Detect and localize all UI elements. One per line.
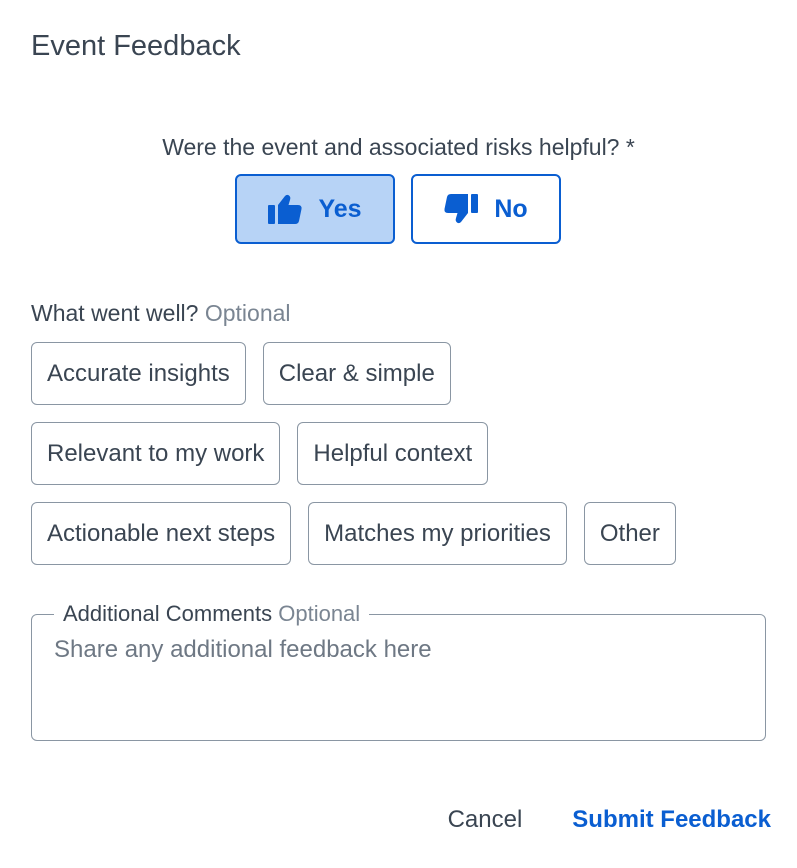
dialog-title: Event Feedback	[31, 30, 241, 62]
went-well-chips: Accurate insights Clear & simple Relevan…	[31, 342, 771, 582]
yes-button[interactable]: Yes	[235, 174, 395, 244]
helpful-vote-group: Yes No	[235, 174, 561, 244]
yes-label: Yes	[318, 194, 362, 223]
helpful-question: Were the event and associated risks help…	[162, 134, 635, 160]
went-well-label: What went well?	[31, 300, 199, 326]
chip-row: Accurate insights Clear & simple	[31, 342, 771, 405]
dialog-actions: Cancel Submit Feedback	[448, 800, 771, 840]
submit-feedback-button[interactable]: Submit Feedback	[572, 800, 771, 840]
thumbs-down-icon	[444, 194, 479, 224]
went-well-optional: Optional	[204, 300, 291, 326]
additional-comments-optional: Optional	[278, 601, 361, 626]
chip-matches-my-priorities[interactable]: Matches my priorities	[308, 502, 567, 565]
event-feedback-dialog: Event Feedback Were the event and associ…	[0, 0, 797, 868]
went-well-heading: What went well? Optional	[31, 298, 291, 328]
additional-comments-input[interactable]	[54, 635, 744, 725]
chip-row: Actionable next steps Matches my priorit…	[31, 502, 771, 565]
thumbs-up-icon	[268, 194, 302, 224]
additional-comments-field: Additional Comments Optional	[31, 600, 766, 741]
chip-helpful-context[interactable]: Helpful context	[297, 422, 489, 485]
additional-comments-label: Additional Comments	[63, 601, 273, 626]
chip-other[interactable]: Other	[583, 502, 676, 565]
cancel-button[interactable]: Cancel	[448, 800, 523, 840]
chip-accurate-insights[interactable]: Accurate insights	[31, 342, 246, 405]
no-label: No	[494, 194, 528, 223]
chip-actionable-next-steps[interactable]: Actionable next steps	[31, 502, 292, 565]
chip-relevant-to-my-work[interactable]: Relevant to my work	[31, 422, 281, 485]
additional-comments-legend: Additional Comments Optional	[54, 600, 370, 628]
no-button[interactable]: No	[411, 174, 561, 244]
chip-row: Relevant to my work Helpful context	[31, 422, 771, 485]
chip-clear-simple[interactable]: Clear & simple	[262, 342, 451, 405]
